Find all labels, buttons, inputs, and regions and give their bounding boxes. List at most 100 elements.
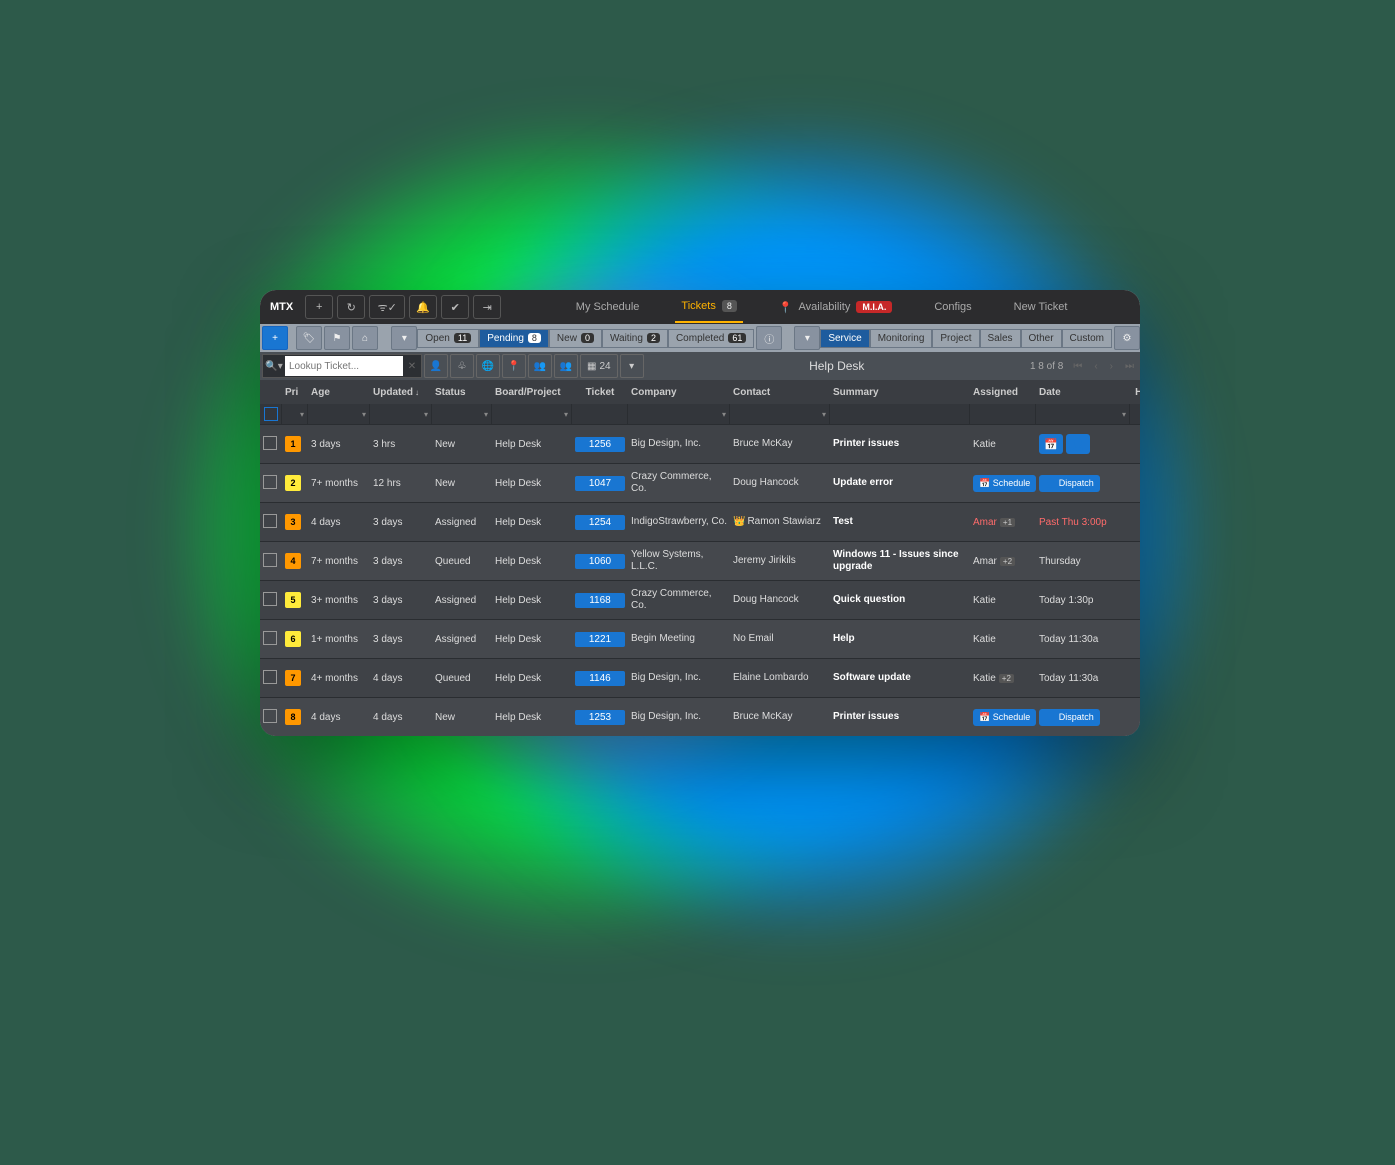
ticket-link[interactable]: 1254 bbox=[575, 515, 625, 530]
table-row[interactable]: 47+ months3 daysQueuedHelp Desk1060Yello… bbox=[260, 541, 1140, 580]
ticket-link[interactable]: 1146 bbox=[575, 671, 625, 686]
tab-my-schedule[interactable]: My Schedule bbox=[570, 291, 646, 323]
filter-waiting[interactable]: Waiting2 bbox=[602, 329, 668, 348]
schedule-button[interactable]: 📅 Schedule bbox=[973, 709, 1036, 726]
filter-status[interactable]: ▾ bbox=[432, 404, 492, 424]
row-checkbox[interactable] bbox=[263, 592, 277, 606]
col-status[interactable]: Status bbox=[432, 387, 492, 398]
pin2-icon[interactable]: 📍 bbox=[502, 354, 526, 378]
ticket-link[interactable]: 1253 bbox=[575, 710, 625, 725]
search-icon[interactable]: 🔍▾ bbox=[263, 361, 285, 372]
table-row[interactable]: 27+ months12 hrsNewHelp Desk1047Crazy Co… bbox=[260, 463, 1140, 502]
clear-search-icon[interactable]: ✕ bbox=[403, 361, 421, 372]
schedule-button[interactable]: 📅 Schedule bbox=[973, 475, 1036, 492]
first-page-icon[interactable]: ⏮ bbox=[1071, 361, 1084, 372]
row-checkbox[interactable] bbox=[263, 553, 277, 567]
chevron-down-icon[interactable]: ▾ bbox=[620, 354, 644, 378]
tab-tickets[interactable]: Tickets 8 bbox=[675, 291, 742, 323]
info-icon[interactable]: ⓘ bbox=[756, 326, 782, 350]
cell-status: Assigned bbox=[432, 517, 492, 528]
table-row[interactable]: 74+ months4 daysQueuedHelp Desk1146Big D… bbox=[260, 658, 1140, 697]
col-hours[interactable]: Hours bbox=[1130, 387, 1140, 398]
users-icon[interactable]: 👥 bbox=[554, 354, 578, 378]
table-row[interactable]: 34 days3 daysAssignedHelp Desk1254Indigo… bbox=[260, 502, 1140, 541]
cell-company: Big Design, Inc. bbox=[628, 711, 730, 723]
logout-icon[interactable]: ⇥ bbox=[473, 295, 501, 319]
schedule-icon[interactable]: 📅 bbox=[1039, 434, 1063, 454]
table-row[interactable]: 13 days3 hrsNewHelp Desk1256Big Design, … bbox=[260, 424, 1140, 463]
col-assigned[interactable]: Assigned bbox=[970, 387, 1036, 398]
filter-bar: + 🏷 ⚑ ⌂ ▾ Open11 Pending8 New0 Waiting2 … bbox=[260, 324, 1140, 352]
type-custom[interactable]: Custom bbox=[1062, 329, 1112, 348]
col-summary[interactable]: Summary bbox=[830, 387, 970, 398]
last-page-icon[interactable]: ⏭ bbox=[1123, 361, 1136, 372]
type-project[interactable]: Project bbox=[932, 329, 979, 348]
group-icon[interactable]: 👥 bbox=[528, 354, 552, 378]
row-checkbox[interactable] bbox=[263, 631, 277, 645]
column-count[interactable]: ▦ 24 bbox=[580, 354, 618, 378]
home-icon[interactable]: ⌂ bbox=[352, 326, 378, 350]
prev-page-icon[interactable]: ‹ bbox=[1092, 361, 1099, 372]
add-button[interactable]: + bbox=[305, 295, 333, 319]
filter-age[interactable]: ▾ bbox=[308, 404, 370, 424]
pin-icon[interactable]: ✔ bbox=[441, 295, 469, 319]
type-other[interactable]: Other bbox=[1021, 329, 1062, 348]
cell-hours: 0.00 bbox=[1130, 517, 1140, 528]
col-contact[interactable]: Contact bbox=[730, 387, 830, 398]
row-checkbox[interactable] bbox=[263, 514, 277, 528]
ticket-link[interactable]: 1060 bbox=[575, 554, 625, 569]
row-checkbox[interactable] bbox=[263, 436, 277, 450]
user-icon[interactable]: 👤 bbox=[424, 354, 448, 378]
gear-icon[interactable]: ⚙ bbox=[1114, 326, 1140, 350]
tab-configs[interactable]: Configs bbox=[928, 291, 977, 323]
type-service[interactable]: Service bbox=[820, 329, 869, 348]
table-row[interactable]: 61+ months3 daysAssignedHelp Desk1221Beg… bbox=[260, 619, 1140, 658]
col-board[interactable]: Board/Project bbox=[492, 387, 572, 398]
dispatch-button[interactable]: 👤 Dispatch bbox=[1039, 709, 1100, 726]
filter-date[interactable]: ▾ bbox=[1036, 404, 1130, 424]
flag-icon[interactable]: ⚑ bbox=[324, 326, 350, 350]
table-row[interactable]: 53+ months3 daysAssignedHelp Desk1168Cra… bbox=[260, 580, 1140, 619]
dispatch-button[interactable]: 👤 Dispatch bbox=[1039, 475, 1100, 492]
col-company[interactable]: Company bbox=[628, 387, 730, 398]
filter-new[interactable]: New0 bbox=[549, 329, 602, 348]
table-row[interactable]: 84 days4 daysNewHelp Desk1253Big Design,… bbox=[260, 697, 1140, 736]
col-date[interactable]: Date bbox=[1036, 387, 1130, 398]
col-pri[interactable]: Pri bbox=[282, 387, 308, 398]
filter-company[interactable]: ▾ bbox=[628, 404, 730, 424]
select-all-checkbox[interactable] bbox=[264, 407, 278, 421]
tab-new-ticket[interactable]: New Ticket bbox=[1008, 291, 1074, 323]
filter-pending[interactable]: Pending8 bbox=[479, 329, 549, 348]
ticket-link[interactable]: 1047 bbox=[575, 476, 625, 491]
row-checkbox[interactable] bbox=[263, 709, 277, 723]
wifi-status-button[interactable]: ᯤ✓ bbox=[369, 295, 405, 319]
sitemap-icon[interactable]: ♧ bbox=[450, 354, 474, 378]
funnel-icon[interactable]: ▾ bbox=[391, 326, 417, 350]
funnel2-icon[interactable]: ▾ bbox=[794, 326, 820, 350]
filter-contact[interactable]: ▾ bbox=[730, 404, 830, 424]
filter-updated[interactable]: ▾ bbox=[370, 404, 432, 424]
globe-icon[interactable]: 🌐 bbox=[476, 354, 500, 378]
col-updated[interactable]: Updated↓ bbox=[370, 387, 432, 398]
row-checkbox[interactable] bbox=[263, 670, 277, 684]
tab-availability[interactable]: 📍 Availability M.I.A. bbox=[773, 291, 898, 323]
filter-open[interactable]: Open11 bbox=[417, 329, 479, 348]
type-monitoring[interactable]: Monitoring bbox=[870, 329, 933, 348]
refresh-button[interactable]: ↻ bbox=[337, 295, 365, 319]
dispatch-icon[interactable]: 👤 bbox=[1066, 434, 1090, 454]
bell-icon[interactable]: 🔔 bbox=[409, 295, 437, 319]
filter-pri[interactable]: ▾ bbox=[282, 404, 308, 424]
next-page-icon[interactable]: › bbox=[1108, 361, 1115, 372]
col-ticket[interactable]: Ticket bbox=[572, 387, 628, 398]
ticket-link[interactable]: 1256 bbox=[575, 437, 625, 452]
col-age[interactable]: Age bbox=[308, 387, 370, 398]
filter-board[interactable]: ▾ bbox=[492, 404, 572, 424]
ticket-link[interactable]: 1168 bbox=[575, 593, 625, 608]
search-input[interactable] bbox=[285, 356, 403, 376]
add-filter-button[interactable]: + bbox=[262, 326, 288, 350]
tag-icon[interactable]: 🏷 bbox=[296, 326, 322, 350]
row-checkbox[interactable] bbox=[263, 475, 277, 489]
ticket-link[interactable]: 1221 bbox=[575, 632, 625, 647]
filter-completed[interactable]: Completed61 bbox=[668, 329, 754, 348]
type-sales[interactable]: Sales bbox=[980, 329, 1021, 348]
